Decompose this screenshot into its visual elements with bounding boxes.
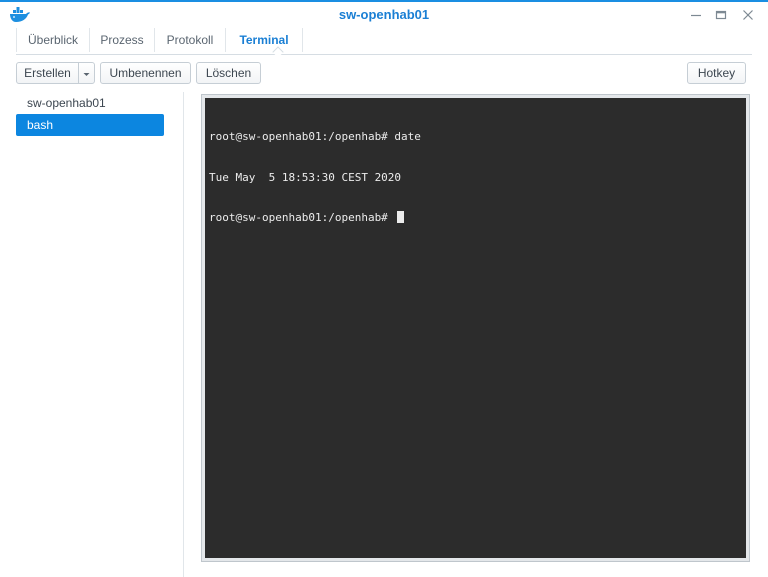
sidebar: sw-openhab01 bash: [16, 92, 168, 572]
sidebar-item-container[interactable]: sw-openhab01: [16, 92, 164, 114]
terminal-cursor: [397, 211, 405, 223]
caret-down-icon: [83, 66, 90, 80]
tab-log[interactable]: Protokoll: [155, 28, 225, 52]
tab-terminal[interactable]: Terminal: [226, 28, 302, 52]
tab-separator: [302, 28, 303, 52]
delete-button[interactable]: Löschen: [196, 62, 261, 84]
tab-bar: Überblick Prozess Protokoll Terminal: [16, 28, 752, 58]
maximize-icon[interactable]: [711, 5, 731, 25]
terminal-line: root@sw-openhab01:/openhab#: [209, 211, 395, 224]
hotkey-button[interactable]: Hotkey: [687, 62, 746, 84]
terminal-line: root@sw-openhab01:/openhab# date: [209, 130, 421, 143]
close-icon[interactable]: [738, 5, 758, 25]
create-button[interactable]: Erstellen: [16, 62, 79, 84]
tab-process[interactable]: Prozess: [90, 28, 154, 52]
terminal-console[interactable]: root@sw-openhab01:/openhab# date Tue May…: [205, 98, 746, 558]
sidebar-item-bash[interactable]: bash: [16, 114, 164, 136]
terminal-line: Tue May 5 18:53:30 CEST 2020: [209, 170, 402, 184]
toolbar: Erstellen Umbenennen Löschen Hotkey: [0, 60, 768, 86]
minimize-icon[interactable]: [686, 5, 706, 25]
sidebar-divider[interactable]: [183, 92, 184, 577]
window-title: sw-openhab01: [338, 7, 430, 22]
window-titlebar[interactable]: sw-openhab01: [0, 2, 768, 28]
terminal-frame: root@sw-openhab01:/openhab# date Tue May…: [201, 94, 750, 562]
rename-button[interactable]: Umbenennen: [100, 62, 191, 84]
create-dropdown-button[interactable]: [78, 62, 95, 84]
tab-overview[interactable]: Überblick: [17, 28, 89, 52]
terminal-prompt-line: root@sw-openhab01:/openhab#: [209, 211, 742, 225]
